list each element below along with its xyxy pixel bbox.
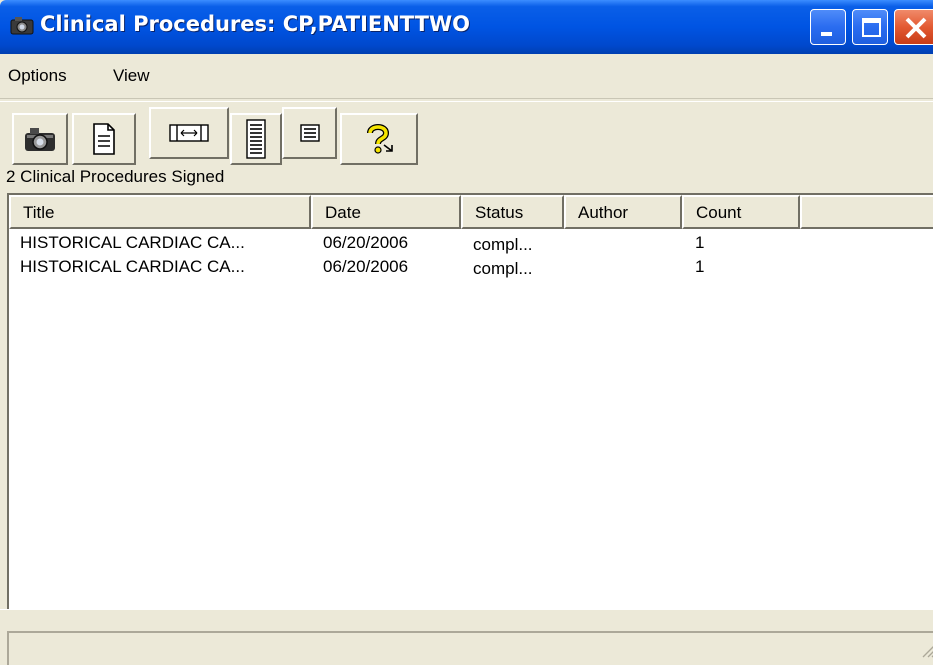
maximize-button[interactable] — [852, 9, 888, 45]
row-status: compl... — [473, 259, 533, 278]
expand-columns-button[interactable] — [149, 107, 229, 159]
row-title: HISTORICAL CARDIAC CA... — [20, 257, 245, 276]
help-button[interactable] — [340, 113, 418, 165]
row-title: HISTORICAL CARDIAC CA... — [20, 233, 245, 252]
list-lines-button[interactable] — [230, 113, 282, 165]
signed-count-caption: 2 Clinical Procedures Signed — [6, 167, 225, 186]
status-bar — [7, 631, 933, 665]
row-date: 06/20/2006 — [323, 233, 409, 252]
menu-view[interactable]: View — [113, 66, 150, 86]
resize-grip-icon[interactable] — [920, 642, 933, 663]
column-header-blank — [800, 195, 933, 229]
window-title: Clinical Procedures: CP,PATIENTTWO — [40, 12, 470, 36]
column-header-date[interactable]: Date — [311, 195, 461, 229]
minimize-button[interactable] — [810, 9, 846, 45]
column-header-author[interactable]: Author — [564, 195, 682, 229]
toolbar — [0, 101, 933, 167]
column-header-status[interactable]: Status — [461, 195, 564, 229]
splitter-bar[interactable] — [0, 609, 933, 631]
row-status: compl... — [473, 235, 533, 254]
row-count: 1 — [695, 233, 705, 252]
close-button[interactable] — [894, 9, 933, 45]
column-header-count[interactable]: Count — [682, 195, 800, 229]
procedures-list[interactable]: Title Date Status Author Count HISTORICA… — [7, 193, 933, 609]
small-list-button[interactable] — [282, 107, 337, 159]
column-header-title[interactable]: Title — [9, 195, 311, 229]
menu-options[interactable]: Options — [8, 66, 67, 86]
camera-button[interactable] — [12, 113, 68, 165]
row-count: 1 — [695, 257, 705, 276]
document-button[interactable] — [72, 113, 136, 165]
title-bar[interactable]: Clinical Procedures: CP,PATIENTTWO — [0, 0, 933, 54]
row-date: 06/20/2006 — [323, 257, 409, 276]
camera-app-icon — [10, 14, 34, 36]
list-header: Title Date Status Author Count — [9, 195, 933, 229]
menu-bar: Options View — [0, 54, 933, 99]
